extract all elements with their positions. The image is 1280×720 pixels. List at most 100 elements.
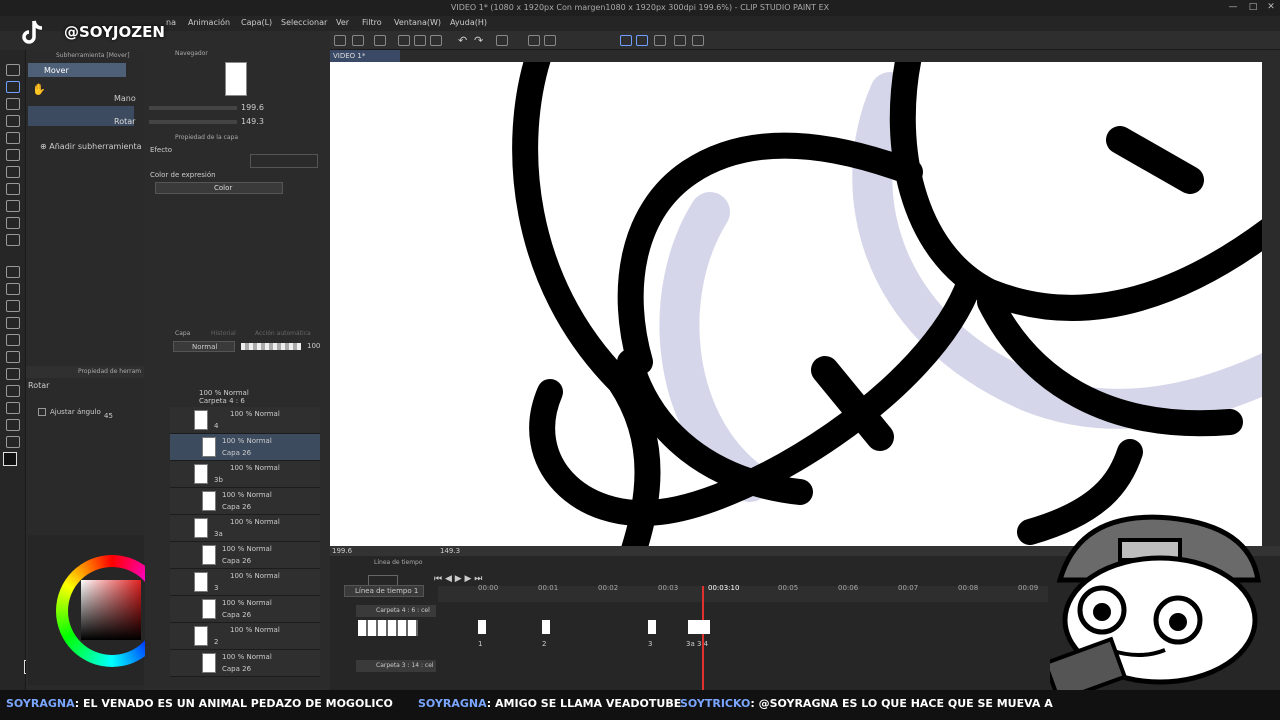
root-folder-top[interactable]: 100 % Normal bbox=[199, 389, 249, 397]
playback-controls[interactable]: ⏮ ◀ ▶ ▶ ⏭ bbox=[434, 574, 482, 584]
layer-row[interactable]: 100 % Normal 3 bbox=[170, 569, 320, 596]
menu-ventana[interactable]: Ventana(W) bbox=[394, 18, 441, 27]
layer-row[interactable]: 100 % Normal Capa 26 bbox=[170, 596, 320, 623]
fill-icon[interactable] bbox=[528, 35, 540, 46]
paste-icon[interactable] bbox=[414, 35, 426, 46]
layer-mode: 100 % Normal bbox=[230, 410, 280, 418]
opacity-slider[interactable] bbox=[241, 343, 301, 350]
menu-seleccionar[interactable]: Seleccionar bbox=[281, 18, 327, 27]
status-angle[interactable]: 149.3 bbox=[440, 547, 460, 555]
frame-icon[interactable] bbox=[6, 368, 20, 380]
pattern-icon[interactable] bbox=[6, 300, 20, 312]
track-name[interactable]: Carpeta 3 : 14 : cel bbox=[356, 660, 436, 672]
navigator-preview[interactable] bbox=[225, 62, 247, 96]
gradient-icon[interactable] bbox=[6, 334, 20, 346]
menu-ver[interactable]: Ver bbox=[336, 18, 349, 27]
root-folder-name[interactable]: Carpeta 4 : 6 bbox=[199, 397, 245, 405]
canvas[interactable] bbox=[330, 62, 1262, 546]
brush-icon[interactable] bbox=[6, 217, 20, 229]
layer-name: Capa 26 bbox=[222, 611, 252, 619]
layer-row[interactable]: 100 % Normal Capa 26 bbox=[170, 542, 320, 569]
subtool-mover[interactable]: Mover bbox=[28, 63, 126, 77]
text-icon[interactable] bbox=[6, 402, 20, 414]
menu-icon[interactable] bbox=[334, 35, 346, 46]
device-icon[interactable] bbox=[674, 35, 686, 46]
layer-row[interactable]: 100 % Normal 3b bbox=[170, 461, 320, 488]
ruler-icon[interactable] bbox=[6, 385, 20, 397]
operation-icon[interactable] bbox=[6, 98, 20, 110]
color-square[interactable] bbox=[81, 580, 141, 640]
clear-icon[interactable] bbox=[430, 35, 442, 46]
minimize-button[interactable]: — bbox=[1224, 2, 1242, 12]
layer-row-selected[interactable]: 100 % Normal Capa 26 bbox=[170, 434, 320, 461]
timeline-selector[interactable]: Línea de tiempo 1 bbox=[344, 585, 424, 597]
settings-icon[interactable] bbox=[692, 35, 704, 46]
blend-mode-select[interactable]: Normal bbox=[173, 341, 235, 352]
zoom-slider[interactable] bbox=[149, 106, 237, 110]
undo-icon[interactable]: ↶ bbox=[458, 34, 467, 47]
status-zoom[interactable]: 199.6 bbox=[332, 547, 352, 555]
airbrush-icon[interactable] bbox=[6, 234, 20, 246]
nav-zoom-value[interactable]: 199.6 bbox=[241, 103, 264, 112]
layer-row[interactable]: 100 % Normal 3a bbox=[170, 515, 320, 542]
ruler-snap-icon[interactable] bbox=[620, 35, 632, 46]
expr-color-select[interactable]: Color bbox=[155, 182, 283, 194]
transform-icon[interactable] bbox=[544, 35, 556, 46]
layer-row[interactable]: 100 % Normal Capa 26 bbox=[170, 650, 320, 677]
add-subtool-button[interactable]: ⊕ Añadir subherramienta bbox=[40, 142, 142, 151]
menu-animacion[interactable]: Animación bbox=[188, 18, 230, 27]
document-tab[interactable]: VIDEO 1* bbox=[330, 50, 400, 62]
maximize-button[interactable]: □ bbox=[1244, 2, 1262, 12]
angle-slider[interactable] bbox=[149, 120, 237, 124]
expr-color-label: Color de expresión bbox=[150, 171, 216, 179]
save-icon[interactable] bbox=[374, 35, 386, 46]
layer-row[interactable]: 100 % Normal Capa 26 bbox=[170, 488, 320, 515]
playhead[interactable] bbox=[702, 586, 704, 690]
cel[interactable] bbox=[688, 620, 710, 634]
close-button[interactable]: ✕ bbox=[1262, 2, 1280, 12]
grid-snap-icon[interactable] bbox=[654, 35, 666, 46]
eyedropper-icon[interactable] bbox=[6, 166, 20, 178]
figure-icon[interactable] bbox=[6, 351, 20, 363]
track-name[interactable]: Carpeta 4 : 6 : cel bbox=[356, 605, 436, 617]
cel[interactable] bbox=[542, 620, 550, 634]
angle-value[interactable]: 45 bbox=[104, 412, 113, 420]
menu-filtro[interactable]: Filtro bbox=[362, 18, 382, 27]
redo-icon[interactable]: ↷ bbox=[474, 34, 483, 47]
auto-select-icon[interactable] bbox=[6, 149, 20, 161]
pencil-icon[interactable] bbox=[6, 200, 20, 212]
tab-accion[interactable]: Acción automática bbox=[255, 330, 311, 337]
move-icon[interactable] bbox=[6, 81, 20, 93]
menu-capa[interactable]: Capa(L) bbox=[241, 18, 272, 27]
blend-icon[interactable] bbox=[6, 283, 20, 295]
subtool-mano[interactable]: Mano bbox=[114, 94, 136, 103]
layer-row[interactable]: 100 % Normal 2 bbox=[170, 623, 320, 650]
deselect-icon[interactable] bbox=[496, 35, 508, 46]
pen-icon[interactable] bbox=[6, 183, 20, 195]
layer-row[interactable]: 100 % Normal 4 bbox=[170, 407, 320, 434]
tab-capa[interactable]: Capa bbox=[175, 330, 190, 337]
copy-icon[interactable] bbox=[398, 35, 410, 46]
menu-ayuda[interactable]: Ayuda(H) bbox=[450, 18, 487, 27]
zoom-icon[interactable] bbox=[6, 64, 20, 76]
opacity-value[interactable]: 100 bbox=[307, 342, 320, 350]
selection-icon[interactable] bbox=[6, 132, 20, 144]
cel[interactable] bbox=[648, 620, 656, 634]
fill-bucket-icon[interactable] bbox=[6, 317, 20, 329]
balloon-icon[interactable] bbox=[6, 419, 20, 431]
main-color-swatch[interactable] bbox=[3, 452, 17, 466]
layer-name: 2 bbox=[214, 638, 219, 646]
move-layer-icon[interactable] bbox=[6, 115, 20, 127]
adjust-angle-checkbox[interactable] bbox=[38, 408, 46, 416]
new-file-icon[interactable] bbox=[352, 35, 364, 46]
effect-buttons[interactable] bbox=[250, 154, 318, 168]
special-ruler-snap-icon[interactable] bbox=[636, 35, 648, 46]
track-thumbs[interactable] bbox=[358, 620, 418, 636]
cel[interactable] bbox=[478, 620, 486, 634]
nav-angle-value[interactable]: 149.3 bbox=[241, 117, 264, 126]
eraser-icon[interactable] bbox=[6, 266, 20, 278]
menu-item[interactable]: na bbox=[166, 18, 176, 27]
correct-line-icon[interactable] bbox=[6, 436, 20, 448]
subtool-rotar[interactable]: Rotar bbox=[114, 117, 135, 126]
tab-historial[interactable]: Historial bbox=[211, 330, 236, 337]
